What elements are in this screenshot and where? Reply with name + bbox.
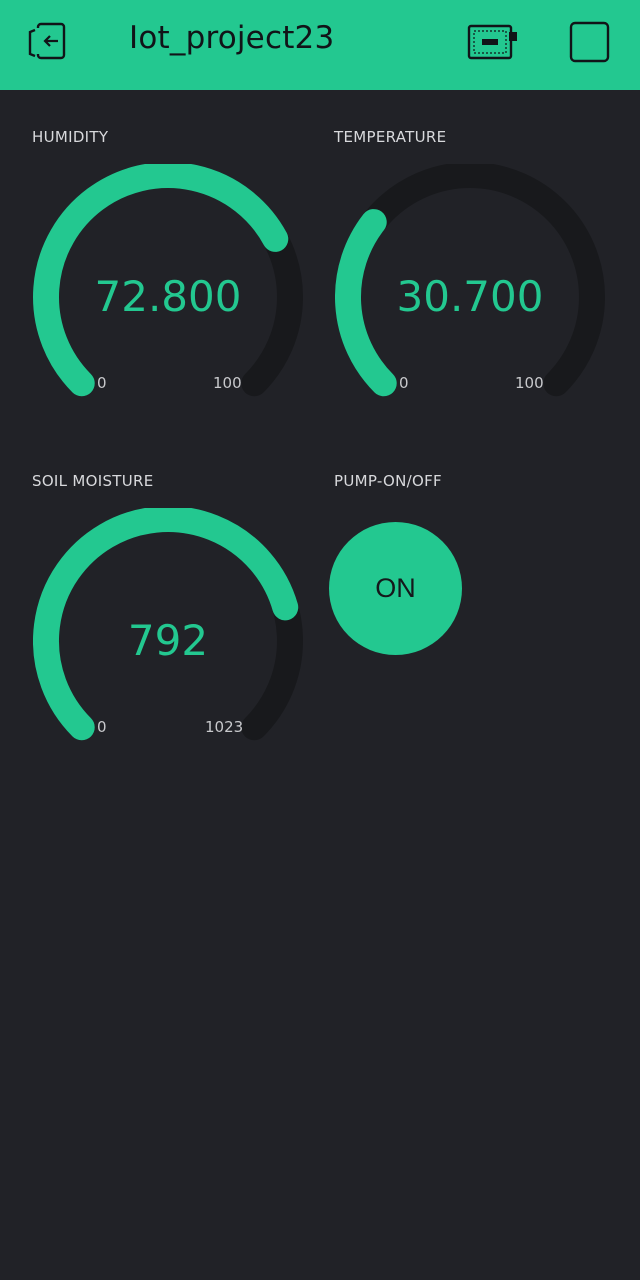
pump-toggle-button[interactable]: ON [329, 522, 462, 655]
humidity-value: 72.800 [94, 272, 242, 321]
exit-icon[interactable] [26, 20, 72, 64]
project-title: Iot_project23 [129, 20, 335, 56]
soil-moisture-value: 792 [127, 616, 209, 665]
humidity-label: HUMIDITY [32, 128, 109, 146]
temperature-max: 100 [515, 374, 544, 392]
square-icon[interactable] [568, 20, 612, 64]
humidity-min: 0 [97, 374, 107, 392]
temperature-value: 30.700 [396, 272, 544, 321]
temperature-gauge[interactable]: 30.700 0 100 [335, 164, 625, 414]
app-header: Iot_project23 [0, 0, 640, 90]
app-root: Iot_project23 HUMIDITY 72.800 0 100 TEMP… [0, 0, 640, 1280]
soil-moisture-label: SOIL MOISTURE [32, 472, 154, 490]
soil-moisture-gauge[interactable]: 792 0 1023 [33, 508, 323, 758]
pump-state-label: ON [375, 573, 416, 603]
soil-moisture-max: 1023 [205, 718, 244, 736]
pump-label: PUMP-ON/OFF [334, 472, 442, 490]
humidity-gauge[interactable]: 72.800 0 100 [33, 164, 323, 414]
humidity-max: 100 [213, 374, 242, 392]
soil-moisture-min: 0 [97, 718, 107, 736]
temperature-label: TEMPERATURE [334, 128, 447, 146]
device-icon[interactable] [466, 22, 520, 62]
temperature-min: 0 [399, 374, 409, 392]
